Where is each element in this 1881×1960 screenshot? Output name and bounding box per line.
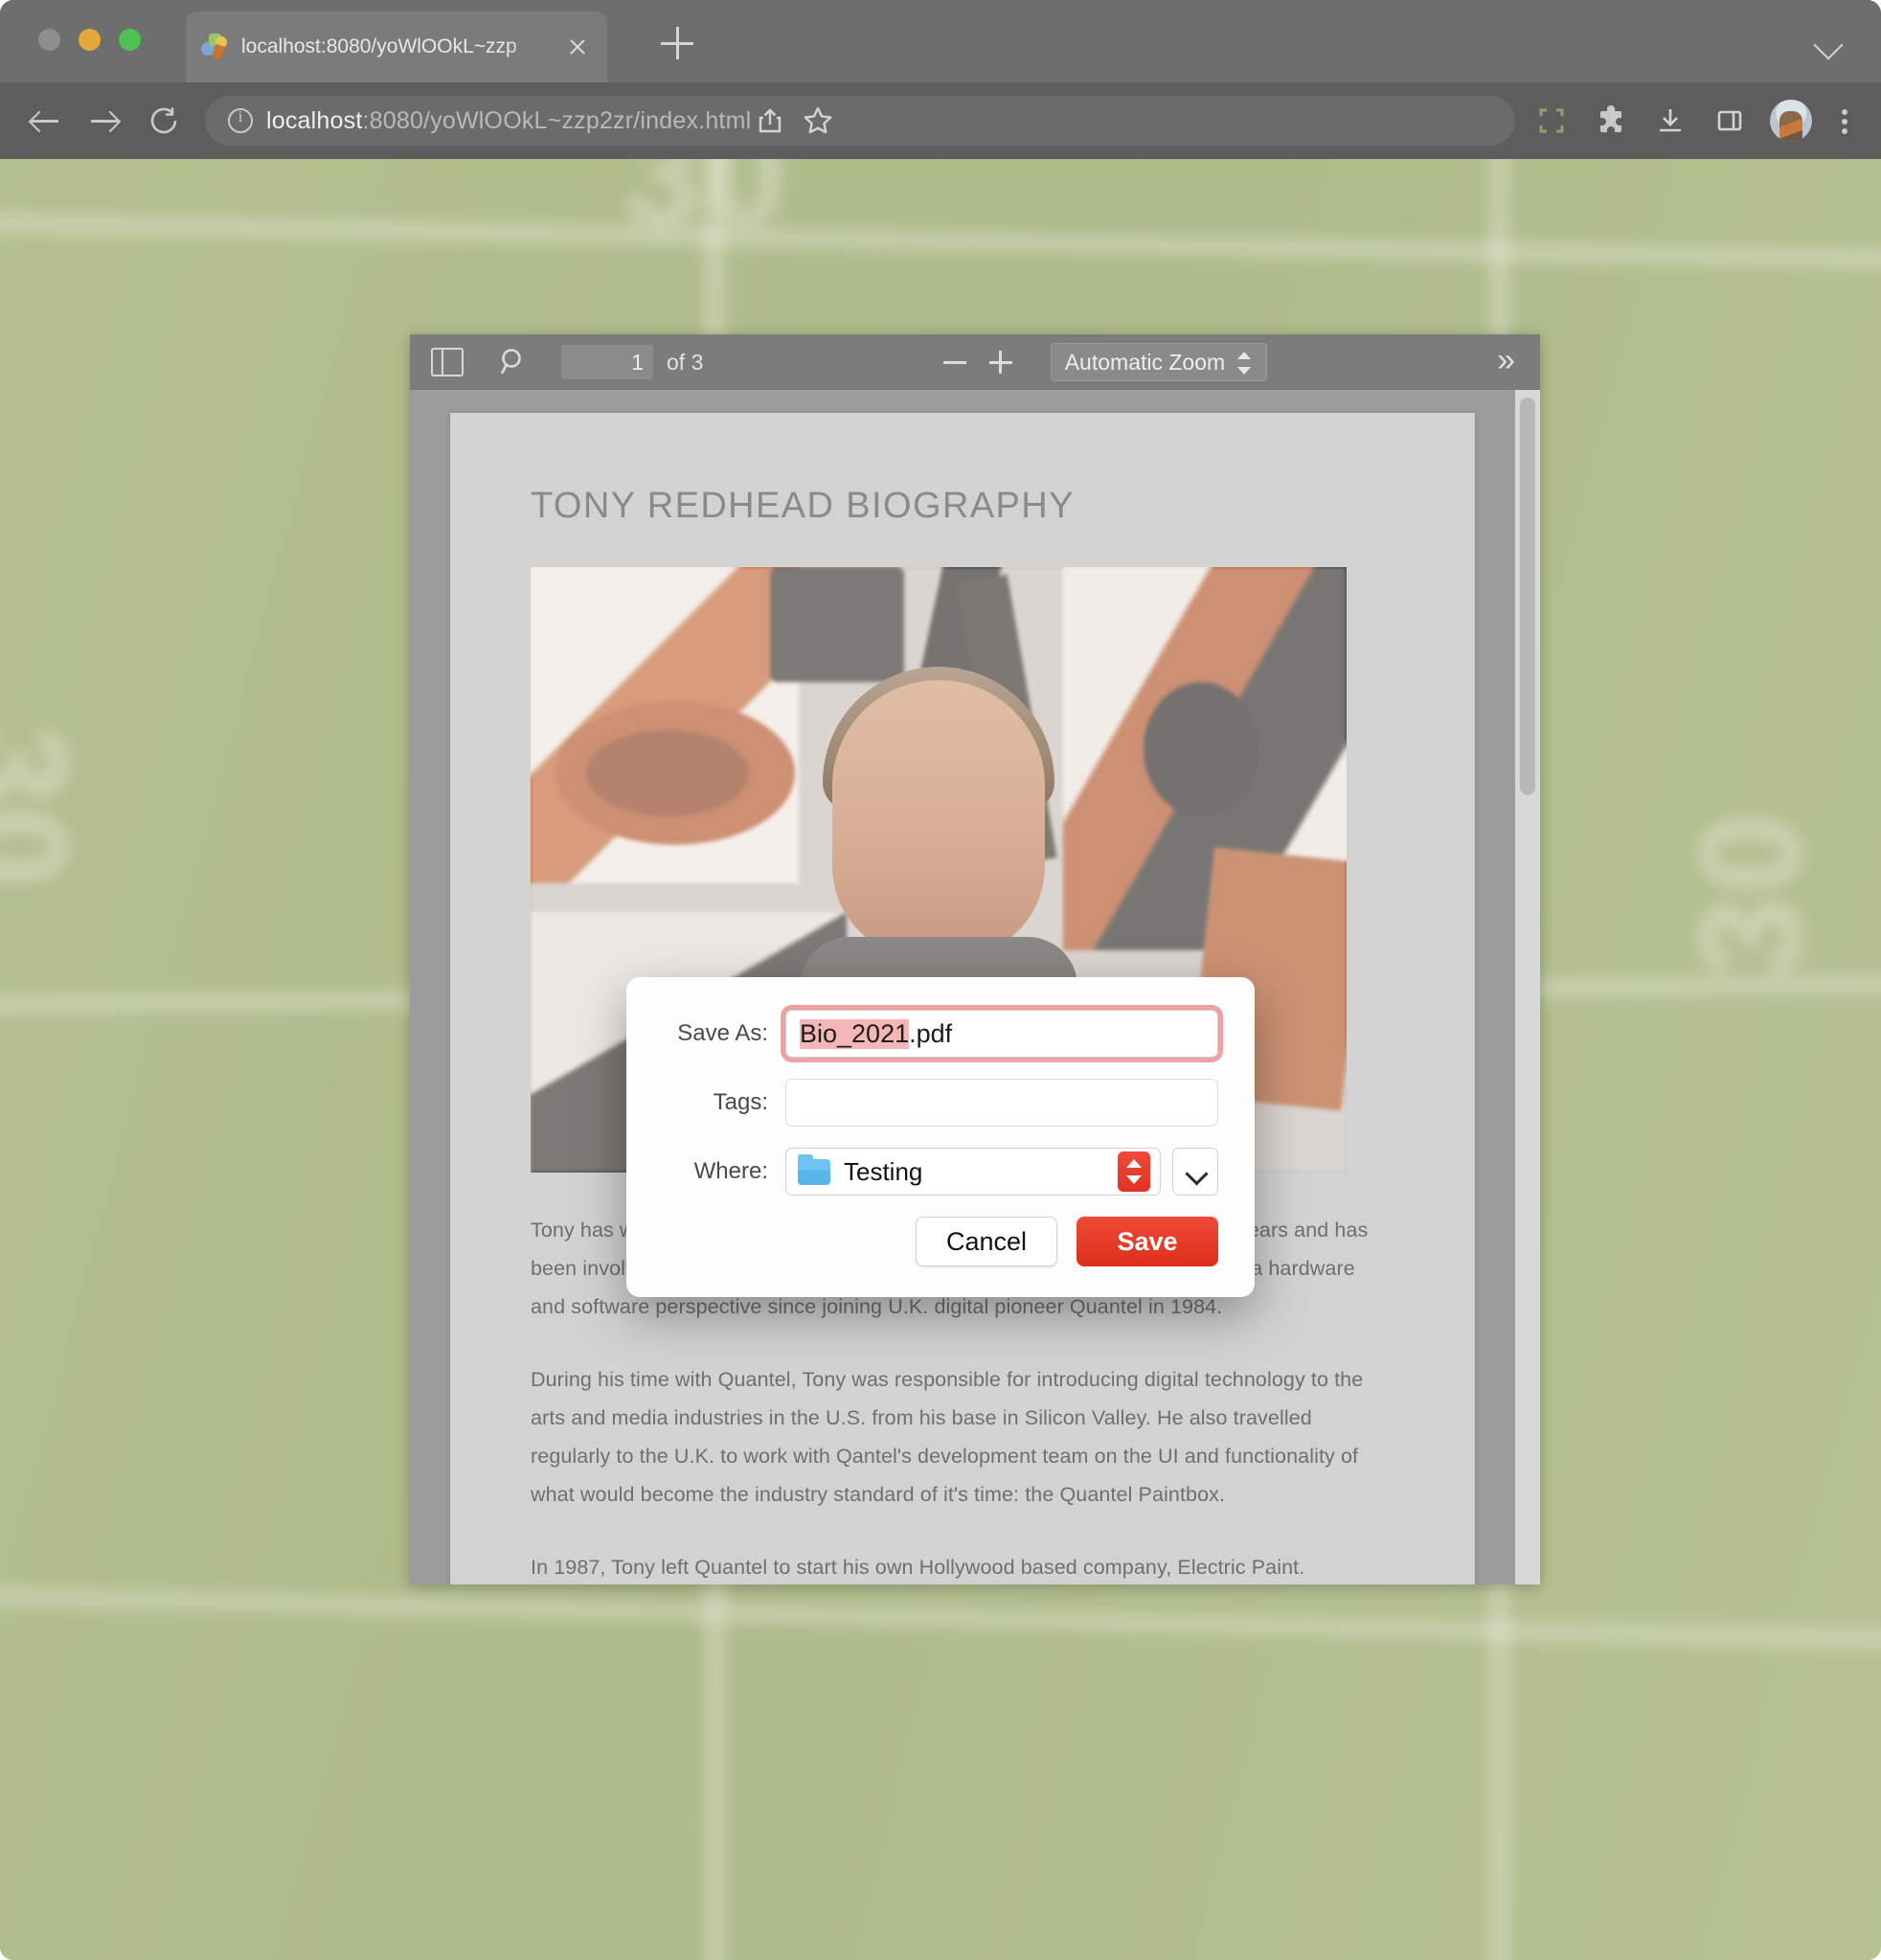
- where-label: Where:: [693, 1158, 768, 1184]
- blue-folder-icon: [798, 1153, 830, 1185]
- window-maximize-button[interactable]: [119, 29, 141, 51]
- extensions-puzzle-icon[interactable]: [1592, 102, 1630, 140]
- window-close-button[interactable]: [38, 29, 60, 51]
- omnibox-url: localhost:8080/yoWlOOkL~zzp2zr/index.htm…: [266, 107, 751, 135]
- modal-scrim: Save As: Bio_2021 .pdf Tags: Where: Testi…: [0, 159, 1881, 1960]
- site-info-icon[interactable]: [228, 107, 253, 133]
- where-row: Where: Testing: [663, 1148, 1218, 1196]
- window-traffic-lights: [38, 29, 141, 51]
- where-location-value: Testing: [844, 1156, 923, 1186]
- reload-icon: [150, 107, 177, 134]
- omnibox-actions: [751, 102, 837, 140]
- forward-arrow-icon: [91, 120, 118, 123]
- browser-tab-title: localhost:8080/yoWlOOkL~zzp: [241, 35, 517, 57]
- filename-selected-text: Bio_2021: [800, 1018, 910, 1049]
- chrome-menu-icon[interactable]: [1833, 102, 1856, 140]
- toolbar-actions: [1532, 100, 1881, 142]
- bookmark-star-icon[interactable]: [799, 102, 837, 140]
- filename-extension-text: .pdf: [909, 1018, 953, 1048]
- save-button[interactable]: Save: [1076, 1217, 1218, 1266]
- expand-browser-chevron-button[interactable]: [1172, 1148, 1218, 1196]
- browser-toolbar: localhost:8080/yoWlOOkL~zzp2zr/index.htm…: [0, 82, 1881, 159]
- stepper-arrows-icon[interactable]: [1118, 1151, 1150, 1192]
- omnibox-url-path: :8080/yoWlOOkL~zzp2zr/index.html: [362, 106, 752, 134]
- tab-close-icon[interactable]: [563, 33, 592, 61]
- puzzle-favicon-icon: [201, 34, 228, 60]
- browser-window: localhost:8080/yoWlOOkL~zzp localhost:80…: [0, 0, 1881, 1960]
- chevron-down-icon[interactable]: [1813, 30, 1844, 60]
- back-arrow-icon: [32, 120, 58, 123]
- omnibox[interactable]: localhost:8080/yoWlOOkL~zzp2zr/index.htm…: [205, 96, 1515, 146]
- qr-code-icon[interactable]: [1532, 102, 1571, 140]
- tags-label: Tags:: [713, 1089, 768, 1115]
- window-minimize-button[interactable]: [79, 29, 101, 51]
- tab-strip: localhost:8080/yoWlOOkL~zzp: [0, 0, 1881, 82]
- omnibox-url-host: localhost: [266, 106, 363, 134]
- save-file-dialog: Save As: Bio_2021 .pdf Tags: Where: Testi…: [626, 977, 1255, 1297]
- new-tab-button[interactable]: [661, 27, 693, 59]
- side-panel-icon[interactable]: [1711, 102, 1749, 140]
- tags-row: Tags:: [663, 1079, 1218, 1127]
- filename-input[interactable]: Bio_2021 .pdf: [785, 1010, 1218, 1058]
- save-as-label: Save As:: [677, 1020, 768, 1046]
- share-icon[interactable]: [751, 102, 789, 140]
- browser-tab[interactable]: localhost:8080/yoWlOOkL~zzp: [186, 11, 607, 82]
- tags-input[interactable]: [785, 1079, 1218, 1127]
- page-viewport: 30 30 30 of 3 Aut: [0, 159, 1881, 1960]
- profile-avatar[interactable]: [1770, 100, 1812, 142]
- forward-button[interactable]: [84, 101, 125, 141]
- reload-button[interactable]: [144, 101, 184, 141]
- save-as-row: Save As: Bio_2021 .pdf: [663, 1010, 1218, 1058]
- where-location-select[interactable]: Testing: [785, 1148, 1161, 1196]
- downloads-icon[interactable]: [1651, 102, 1689, 140]
- cancel-button[interactable]: Cancel: [916, 1217, 1057, 1266]
- back-button[interactable]: [25, 101, 65, 141]
- dialog-button-row: Cancel Save: [663, 1217, 1218, 1266]
